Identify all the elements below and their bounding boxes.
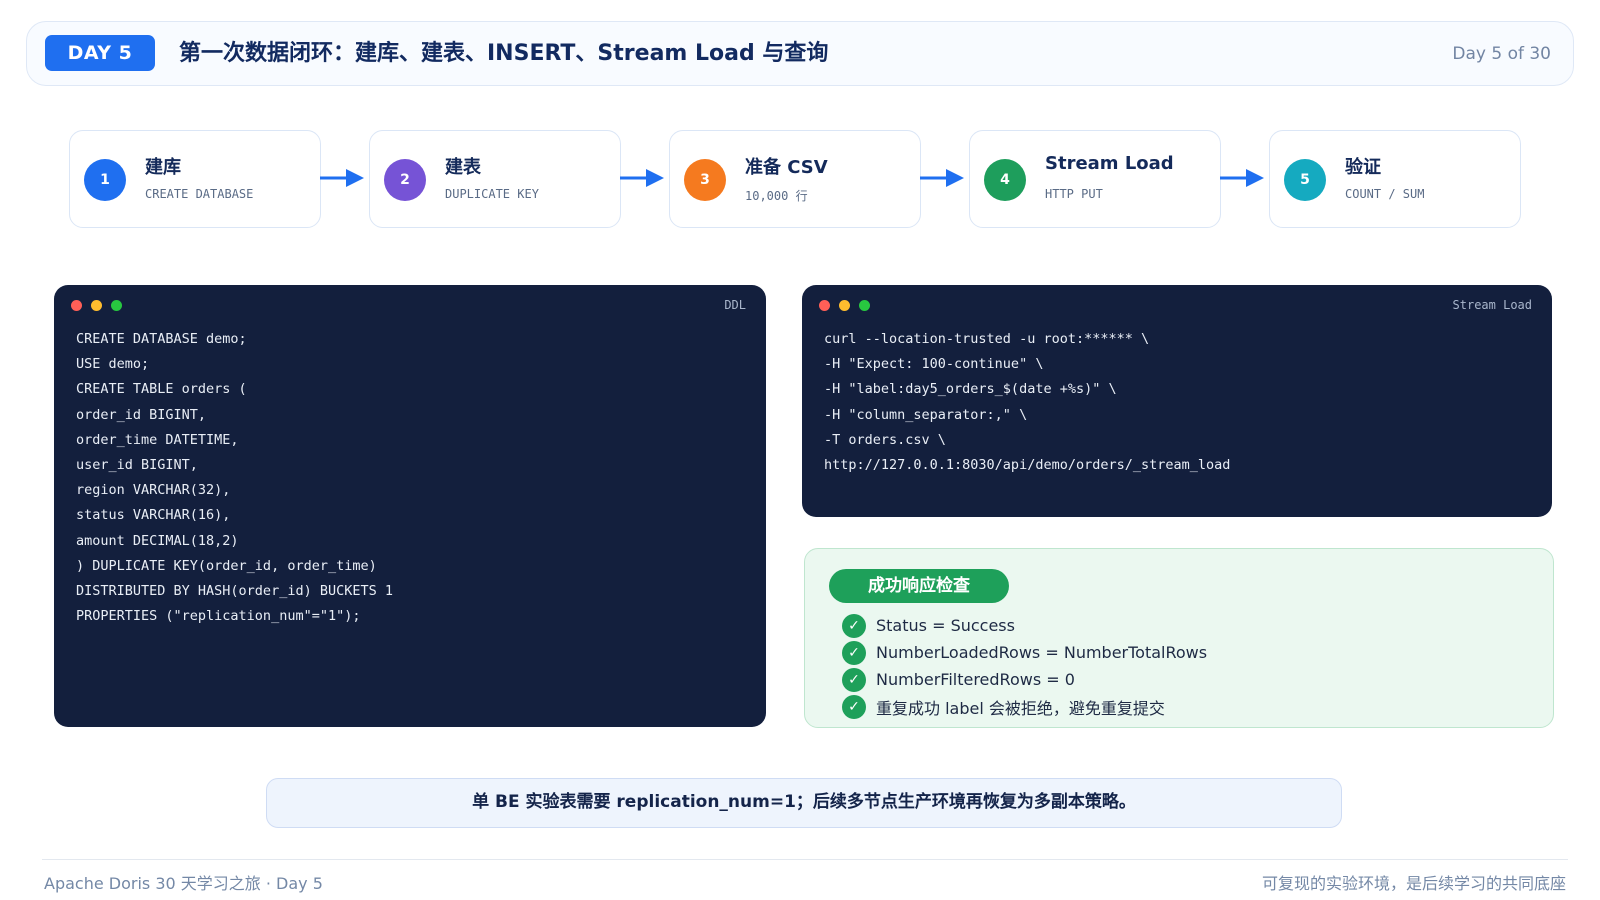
step-subtitle: HTTP PUT [1045,187,1103,201]
code-line: order_time DATETIME, [76,431,239,448]
step-card-4: 4 Stream Load HTTP PUT [969,130,1221,228]
day-badge: DAY 5 [45,35,155,71]
step-subtitle: DUPLICATE KEY [445,187,539,201]
footer-tagline: 可复现的实验环境，是后续学习的共同底座 [1261,874,1566,893]
step-subtitle: COUNT / SUM [1345,187,1425,201]
check-list: ✓ Status = Success ✓ NumberLoadedRows = … [842,612,1207,720]
step-number-badge: 5 [1284,159,1326,201]
code-line: -T orders.csv \ [824,431,946,448]
code-line: curl --location-trusted -u root:****** \ [824,331,1150,347]
check-icon: ✓ [842,667,866,692]
check-item: ✓ NumberFilteredRows = 0 [842,666,1207,693]
footer-divider [42,859,1568,860]
step-number-badge: 3 [684,159,726,201]
check-item-text: NumberFilteredRows = 0 [876,670,1075,689]
code-line: -H "label:day5_orders_$(date +%s)" \ [824,381,1117,398]
header-bar: DAY 5 第一次数据闭环：建库、建表、INSERT、Stream Load 与… [26,21,1574,86]
step-title: 验证 [1345,157,1381,178]
stream-load-code-panel: Stream Load curl --location-trusted -u r… [802,285,1552,517]
arrow-right-icon [320,169,364,187]
step-card-5: 5 验证 COUNT / SUM [1269,130,1521,228]
step-number-badge: 2 [384,159,426,201]
check-icon: ✓ [842,640,866,665]
step-title: 建库 [145,157,181,178]
success-check-panel: 成功响应检查 ✓ Status = Success ✓ NumberLoaded… [804,548,1554,728]
check-item-text: 重复成功 label 会被拒绝，避免重复提交 [876,698,1165,718]
code-line: user_id BIGINT, [76,456,198,473]
check-icon: ✓ [842,694,866,719]
window-close-dot-icon [71,300,82,311]
window-close-dot-icon [819,300,830,311]
page-title: 第一次数据闭环：建库、建表、INSERT、Stream Load 与查询 [179,41,829,66]
code-line: region VARCHAR(32), [76,482,231,499]
check-item-text: NumberLoadedRows = NumberTotalRows [876,643,1208,662]
code-line: CREATE TABLE orders ( [76,381,247,398]
step-title: 建表 [445,157,481,178]
success-check-title: 成功响应检查 [829,569,1009,603]
step-number-badge: 1 [84,159,126,201]
check-item-text: Status = Success [876,616,1015,635]
code-line: status VARCHAR(16), [76,507,231,524]
code-line: USE demo; [76,356,150,373]
code-block: CREATE DATABASE demo; USE demo; CREATE T… [76,327,393,629]
code-line: ) DUPLICATE KEY(order_id, order_time) [76,557,377,574]
step-title: Stream Load [1045,153,1174,174]
window-minimize-dot-icon [91,300,102,311]
footer-series-title: Apache Doris 30 天学习之旅 · Day 5 [44,874,323,893]
check-item: ✓ Status = Success [842,612,1207,639]
code-block: curl --location-trusted -u root:****** \… [824,327,1230,478]
ddl-code-panel: DDL CREATE DATABASE demo; USE demo; CREA… [54,285,766,727]
step-number-badge: 4 [984,159,1026,201]
step-card-3: 3 准备 CSV 10,000 行 [669,130,921,228]
code-line: CREATE DATABASE demo; [76,331,247,347]
step-card-1: 1 建库 CREATE DATABASE [69,130,321,228]
arrow-right-icon [920,169,964,187]
day-progress: Day 5 of 30 [1452,44,1551,64]
window-maximize-dot-icon [111,300,122,311]
replication-note: 单 BE 实验表需要 replication_num=1；后续多节点生产环境再恢… [266,778,1342,828]
code-line: amount DECIMAL(18,2) [76,532,239,549]
panel-label: Stream Load [1452,298,1532,312]
check-icon: ✓ [842,613,866,638]
code-line: -H "column_separator:," \ [824,406,1028,423]
code-line: http://127.0.0.1:8030/api/demo/orders/_s… [824,456,1231,473]
arrow-right-icon [620,169,664,187]
step-subtitle: 10,000 行 [745,189,808,203]
window-minimize-dot-icon [839,300,850,311]
panel-label: DDL [724,298,746,312]
code-line: PROPERTIES ("replication_num"="1"); [76,608,361,625]
step-card-2: 2 建表 DUPLICATE KEY [369,130,621,228]
check-item: ✓ NumberLoadedRows = NumberTotalRows [842,639,1207,666]
code-line: order_id BIGINT, [76,406,207,423]
code-line: DISTRIBUTED BY HASH(order_id) BUCKETS 1 [76,582,393,599]
code-line: -H "Expect: 100-continue" \ [824,356,1044,373]
arrow-right-icon [1220,169,1264,187]
step-subtitle: CREATE DATABASE [145,187,254,201]
step-title: 准备 CSV [745,157,828,178]
window-maximize-dot-icon [859,300,870,311]
check-item: ✓ 重复成功 label 会被拒绝，避免重复提交 [842,693,1207,720]
